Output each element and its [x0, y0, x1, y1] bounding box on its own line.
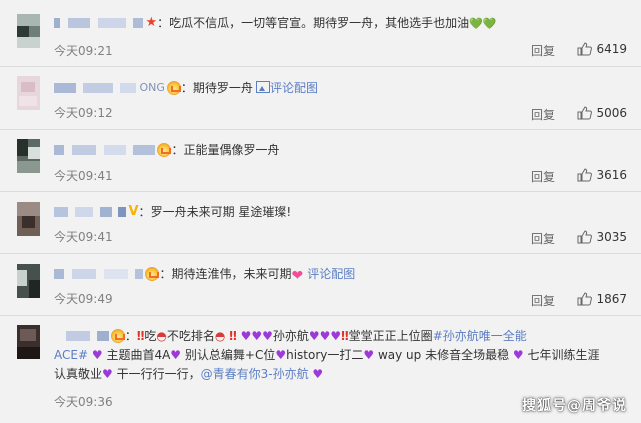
thumbs-up-icon	[577, 106, 593, 120]
like-count: 6419	[596, 42, 627, 56]
reply-button[interactable]: 回复	[531, 230, 555, 247]
double-exclamation-icon: ‼	[229, 329, 237, 343]
purple-heart-icon: ♥	[275, 348, 287, 362]
comment-item: ：期待连淮伟，未来可期❤ 评论配图 今天09:49 回复 1867	[0, 254, 641, 316]
hashtag-link[interactable]: #孙亦航唯一全能	[433, 329, 527, 343]
comment-body: ★：吃瓜不信瓜，一切等官宣。期待罗一舟，其他选手也加油💚💚	[54, 14, 627, 33]
reply-button[interactable]: 回复	[531, 42, 555, 59]
thumbs-up-icon	[577, 42, 593, 56]
avatar[interactable]	[17, 76, 40, 110]
crown-badge-icon	[157, 143, 172, 157]
like-count: 3616	[596, 168, 627, 182]
comment-image-link[interactable]: 评论配图	[307, 267, 355, 281]
purple-heart-icon: ♥	[91, 348, 103, 362]
mention-link[interactable]: @青春有你3-孙亦航	[201, 367, 309, 381]
avatar[interactable]	[17, 139, 40, 173]
comment-body: ：期待连淮伟，未来可期❤ 评论配图	[54, 265, 627, 285]
comment-item: ONG ：期待罗一舟 评论配图 今天09:12 回复 5006	[0, 67, 641, 130]
comment-time: 今天09:36	[54, 395, 113, 409]
comment-time: 今天09:41	[54, 169, 113, 183]
comment-body: ONG ：期待罗一舟 评论配图	[54, 79, 627, 97]
comment-time: 今天09:41	[54, 230, 113, 244]
like-count: 5006	[596, 106, 627, 120]
comment-time: 今天09:21	[54, 44, 113, 58]
crown-badge-icon	[110, 329, 125, 343]
purple-heart-icon: ♥♥♥	[308, 329, 342, 343]
avatar[interactable]	[17, 14, 40, 48]
double-exclamation-icon: ‼	[341, 329, 349, 343]
like-count: 3035	[596, 230, 627, 244]
username[interactable]	[54, 14, 144, 32]
like-button[interactable]: 1867	[577, 292, 627, 306]
like-button[interactable]: 5006	[577, 106, 627, 120]
reply-button[interactable]: 回复	[531, 106, 555, 123]
username[interactable]	[54, 265, 144, 283]
username[interactable]: ONG	[54, 79, 165, 97]
watermelon-icon: ◓	[214, 329, 226, 343]
like-button[interactable]: 3616	[577, 168, 627, 182]
green-heart-icon: 💚💚	[469, 17, 497, 30]
image-icon[interactable]	[255, 81, 270, 93]
comment-text: 吃瓜不信瓜，一切等官宣。期待罗一舟，其他选手也加油	[169, 16, 470, 30]
username[interactable]	[54, 141, 156, 159]
comment-body: V：罗一舟未来可期 星途璀璨!	[54, 203, 627, 221]
heart-gift-icon: ❤	[291, 268, 304, 284]
comment-body: ：‼吃◓不吃排名◓ ‼ ♥♥♥孙亦航♥♥♥‼堂堂正正上位圈#孙亦航唯一全能 AC…	[54, 327, 600, 381]
purple-heart-icon: ♥	[512, 348, 524, 362]
crown-badge-icon	[145, 267, 160, 281]
username[interactable]	[54, 203, 127, 221]
hashtag-link[interactable]: ACE#	[54, 348, 88, 362]
comment-text: 期待连淮伟，未来可期	[171, 267, 292, 281]
reply-button[interactable]: 回复	[531, 292, 555, 309]
like-button[interactable]: 3035	[577, 230, 627, 244]
avatar[interactable]	[17, 202, 40, 236]
thumbs-up-icon	[577, 168, 593, 182]
comment-body: ：正能量偶像罗一舟	[54, 141, 627, 159]
comment-text: 罗一舟未来可期 星途璀璨!	[150, 205, 292, 219]
comment-item: ★：吃瓜不信瓜，一切等官宣。期待罗一舟，其他选手也加油💚💚 今天09:21 回复…	[0, 0, 641, 67]
comment-text: 正能量偶像罗一舟	[183, 143, 280, 157]
watermelon-icon: ◓	[156, 329, 167, 343]
member-star-icon: ★	[145, 15, 158, 30]
username[interactable]	[66, 327, 109, 345]
reply-button[interactable]: 回复	[531, 168, 555, 185]
comment-item: V：罗一舟未来可期 星途璀璨! 今天09:41 回复 3035	[0, 192, 641, 254]
avatar[interactable]	[17, 325, 40, 359]
purple-heart-icon: ♥	[312, 367, 324, 381]
crown-badge-icon	[166, 81, 181, 95]
purple-heart-icon: ♥	[102, 367, 113, 381]
comment-item: ：正能量偶像罗一舟 今天09:41 回复 3616	[0, 130, 641, 192]
like-count: 1867	[596, 292, 627, 306]
watermark: 搜狐号@周爷说	[522, 398, 627, 414]
thumbs-up-icon	[577, 230, 593, 244]
purple-heart-icon: ♥	[363, 348, 375, 362]
comment-image-link[interactable]: 评论配图	[270, 81, 318, 95]
like-button[interactable]: 6419	[577, 42, 627, 56]
purple-heart-icon: ♥♥♥	[240, 329, 273, 343]
avatar[interactable]	[17, 264, 40, 298]
purple-heart-icon: ♥	[170, 348, 182, 362]
comment-time: 今天09:49	[54, 292, 113, 306]
comment-text: 期待罗一舟	[192, 81, 253, 95]
comment-time: 今天09:12	[54, 106, 113, 120]
thumbs-up-icon	[577, 292, 593, 306]
verified-v-icon: V	[128, 204, 139, 219]
